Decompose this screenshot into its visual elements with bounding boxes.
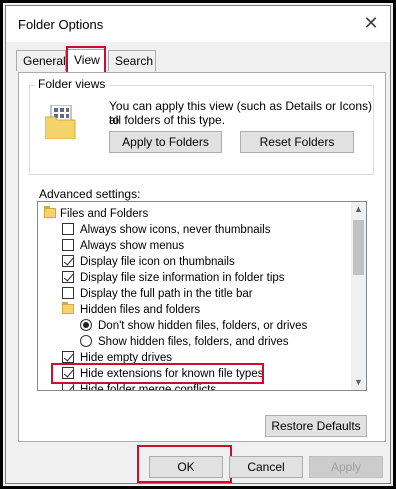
tab-general[interactable]: General <box>16 50 66 71</box>
cancel-button[interactable]: Cancel <box>229 456 303 478</box>
list-item-label: Always show icons, never thumbnails <box>80 224 271 236</box>
checkbox-checked[interactable] <box>62 383 74 390</box>
list-item-label: Hidden files and folders <box>80 304 201 316</box>
restore-defaults-button[interactable]: Restore Defaults <box>265 415 367 437</box>
ok-button[interactable]: OK <box>149 456 223 478</box>
view-tab-panel: Folder views You can apply this view (su… <box>18 72 386 442</box>
folder-views-description-line2: all folders of this type. <box>109 113 226 127</box>
checkbox[interactable] <box>62 239 74 251</box>
tab-view-label: View <box>74 53 100 67</box>
close-icon[interactable]: ✕ <box>362 14 380 32</box>
checkbox-checked[interactable] <box>62 367 74 379</box>
folder-icon <box>62 302 74 314</box>
advanced-settings-list[interactable]: Files and Folders Always show icons, nev… <box>37 201 367 391</box>
tab-search-label: Search <box>115 54 154 68</box>
folder-options-window: Folder Options ✕ General View Search Fol… <box>0 0 396 489</box>
scroll-up-icon[interactable]: ▲ <box>351 202 366 217</box>
list-scrollbar[interactable]: ▲ ▼ <box>351 202 366 390</box>
list-item-label: Display file icon on thumbnails <box>80 256 235 268</box>
list-item-label: Display file size information in folder … <box>80 272 285 284</box>
tab-general-label: General <box>23 54 66 68</box>
folder-icon <box>44 206 56 218</box>
list-item-label: Show hidden files, folders, and drives <box>98 336 289 348</box>
list-item-label: Don't show hidden files, folders, or dri… <box>98 320 308 332</box>
dialog-body: Folder Options ✕ General View Search Fol… <box>5 5 391 484</box>
folder-views-label: Folder views <box>35 77 109 91</box>
checkbox[interactable] <box>62 287 74 299</box>
list-item-label: Display the full path in the title bar <box>80 288 253 300</box>
tab-view[interactable]: View <box>67 49 105 73</box>
tab-search[interactable]: Search <box>108 50 156 71</box>
checkbox-checked[interactable] <box>62 351 74 363</box>
list-item-label: Files and Folders <box>60 208 149 220</box>
scroll-thumb[interactable] <box>353 220 364 275</box>
list-item-label: Hide extensions for known file types <box>80 368 264 380</box>
advanced-settings-label: Advanced settings: <box>39 187 141 201</box>
list-item-label: Hide folder merge conflicts <box>80 384 217 391</box>
radio[interactable] <box>80 335 92 347</box>
checkbox-checked[interactable] <box>62 255 74 267</box>
apply-to-folders-button[interactable]: Apply to Folders <box>109 131 222 153</box>
apply-button[interactable]: Apply <box>309 456 383 478</box>
list-item-label: Hide empty drives <box>80 352 173 364</box>
folder-views-icon <box>45 105 76 139</box>
title-bar[interactable]: Folder Options ✕ <box>6 6 390 42</box>
reset-folders-button[interactable]: Reset Folders <box>240 131 354 153</box>
scroll-down-icon[interactable]: ▼ <box>351 375 366 390</box>
list-item-label: Always show menus <box>80 240 185 252</box>
checkbox-checked[interactable] <box>62 271 74 283</box>
radio-selected[interactable] <box>80 319 92 331</box>
window-title: Folder Options <box>18 17 104 32</box>
checkbox[interactable] <box>62 223 74 235</box>
